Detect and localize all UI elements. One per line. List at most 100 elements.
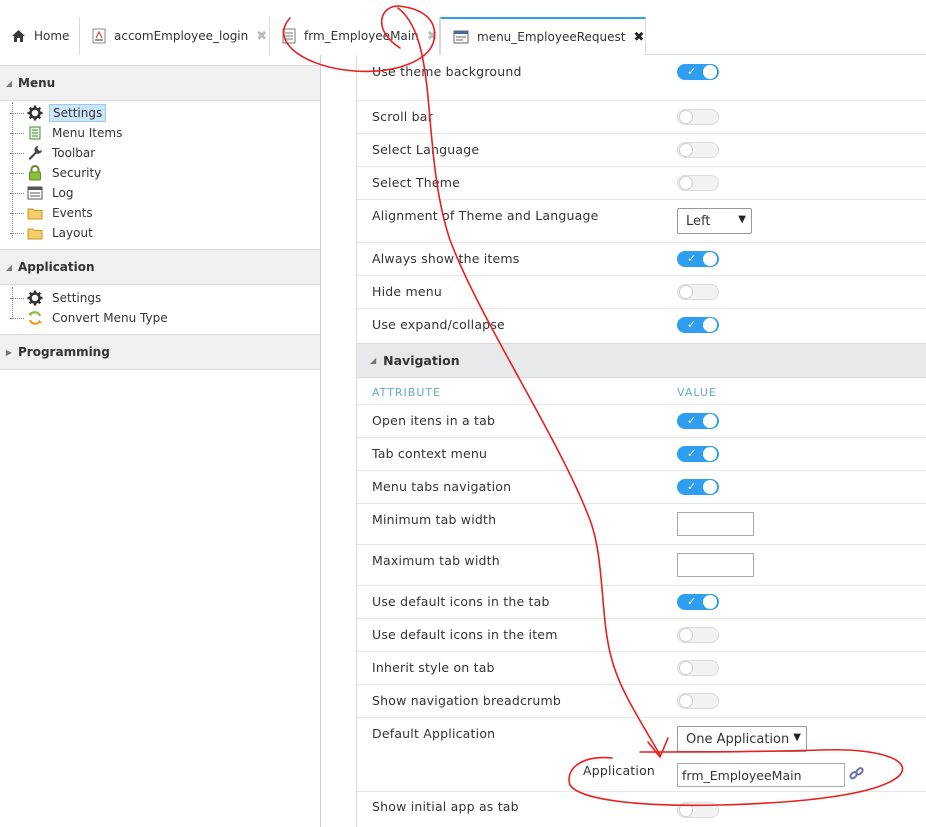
setting-row-select-language: Select Language (357, 134, 926, 167)
link-icon[interactable] (848, 765, 866, 786)
sidebar: ◢ Menu Settings Menu Items Toolbar Secur… (0, 55, 321, 827)
toggle-switch[interactable]: ✓ (677, 446, 719, 462)
tab-accomemployee-login[interactable]: accomEmployee_login ✖ (80, 17, 270, 55)
log-icon (26, 185, 44, 201)
sidebar-item-settings[interactable]: Settings (10, 103, 107, 123)
setting-row-default-application: Default Application One Application ▼ Ap… (357, 718, 926, 792)
sidebar-item-label: Menu Items (52, 126, 123, 140)
gear-icon (26, 290, 44, 306)
minimum-tab-width-input[interactable] (677, 512, 754, 536)
setting-row-select-theme: Select Theme (357, 167, 926, 200)
setting-row-inherit-style-tab: Inherit style on tab (357, 652, 926, 685)
sidebar-item-label: Log (52, 186, 74, 200)
sidebar-item-label: Settings (49, 104, 107, 122)
menu-items-icon (26, 125, 44, 141)
toggle-switch[interactable] (677, 627, 719, 643)
toggle-switch[interactable] (677, 175, 719, 191)
sidebar-section-application[interactable]: ◢ Application (0, 249, 320, 285)
toggle-switch[interactable] (677, 660, 719, 676)
toggle-switch[interactable]: ✓ (677, 317, 719, 333)
navigation-section-header[interactable]: ◢ Navigation (357, 343, 926, 378)
setting-row-open-items-in-tab: Open itens in a tab ✓ (357, 405, 926, 438)
column-header-attribute: ATTRIBUTE (372, 386, 442, 399)
default-application-select[interactable]: One Application ▼ (677, 726, 807, 752)
setting-label: Alignment of Theme and Language (372, 208, 599, 223)
setting-row-default-icons-item: Use default icons in the item (357, 619, 926, 652)
sidebar-item-app-settings[interactable]: Settings (10, 288, 104, 308)
sidebar-item-menu-items[interactable]: Menu Items (10, 123, 125, 143)
setting-row-menu-tabs-navigation: Menu tabs navigation ✓ (357, 471, 926, 504)
select-value: Left (686, 213, 711, 229)
folder-icon (26, 205, 44, 221)
application-sublabel: Application (583, 763, 656, 778)
tab-label: menu_EmployeeRequest (477, 30, 626, 44)
setting-row-default-icons-tab: Use default icons in the tab ✓ (357, 586, 926, 619)
sidebar-item-log[interactable]: Log (10, 183, 76, 203)
setting-label: Scroll bar (372, 109, 433, 124)
wrench-icon (26, 145, 44, 161)
toggle-switch[interactable] (677, 142, 719, 158)
setting-row-use-theme-background: Use theme background ✓ (357, 55, 926, 101)
sidebar-item-layout[interactable]: Layout (10, 223, 96, 243)
column-header-value: VALUE (677, 386, 717, 399)
alignment-select[interactable]: Left ▼ (677, 208, 752, 234)
toggle-switch[interactable]: ✓ (677, 594, 719, 610)
sidebar-item-events[interactable]: Events (10, 203, 96, 223)
setting-label: Always show the items (372, 251, 520, 266)
tab-label: frm_EmployeeMain (304, 29, 419, 43)
menu-icon (453, 29, 469, 45)
tab-label: accomEmployee_login (114, 29, 249, 43)
close-icon[interactable]: ✖ (427, 29, 438, 44)
form-icon (92, 28, 106, 44)
collapse-triangle-icon: ◢ (5, 78, 13, 88)
toggle-switch[interactable]: ✓ (677, 479, 719, 495)
toggle-switch[interactable] (677, 109, 719, 125)
chevron-down-icon: ▼ (738, 214, 746, 225)
setting-label: Select Theme (372, 175, 461, 190)
section-title: Programming (18, 345, 110, 359)
tab-frm-employeemain[interactable]: frm_EmployeeMain ✖ (270, 17, 440, 55)
sidebar-item-security[interactable]: Security (10, 163, 104, 183)
folder-icon (26, 225, 44, 241)
maximum-tab-width-input[interactable] (677, 553, 754, 577)
setting-row-alignment: Alignment of Theme and Language Left ▼ (357, 200, 926, 243)
sidebar-section-menu[interactable]: ◢ Menu (0, 65, 320, 101)
setting-label: Use default icons in the tab (372, 594, 550, 609)
tab-home[interactable]: Home (0, 17, 80, 55)
close-icon[interactable]: ✖ (633, 30, 644, 45)
sidebar-section-programming[interactable]: ▶ Programming (0, 334, 320, 370)
setting-row-hide-menu: Hide menu (357, 276, 926, 309)
app-window: Home accomEmployee_login ✖ frm_EmployeeM… (0, 0, 926, 827)
settings-panel: Use theme background ✓ Scroll bar Select… (356, 55, 926, 827)
setting-label: Use expand/collapse (372, 317, 505, 332)
sidebar-item-label: Convert Menu Type (52, 311, 168, 325)
setting-label: Show navigation breadcrumb (372, 693, 561, 708)
sidebar-item-convert-menu-type[interactable]: Convert Menu Type (10, 308, 171, 328)
setting-label: Default Application (372, 726, 496, 741)
setting-label: Hide menu (372, 284, 442, 299)
toggle-switch[interactable] (677, 802, 719, 818)
lock-icon (26, 165, 44, 181)
toggle-switch[interactable] (677, 693, 719, 709)
home-icon (10, 28, 26, 44)
toggle-switch[interactable]: ✓ (677, 413, 719, 429)
toggle-switch[interactable]: ✓ (677, 64, 719, 80)
tab-bar: Home accomEmployee_login ✖ frm_EmployeeM… (0, 0, 926, 55)
setting-row-always-show-items: Always show the items ✓ (357, 243, 926, 276)
toggle-switch[interactable] (677, 284, 719, 300)
column-headers: ATTRIBUTE VALUE (357, 379, 926, 405)
close-icon[interactable]: ✖ (256, 29, 267, 44)
tab-label: Home (34, 29, 70, 43)
setting-label: Tab context menu (372, 446, 488, 461)
section-title: Menu (18, 76, 56, 90)
sidebar-item-toolbar[interactable]: Toolbar (10, 143, 98, 163)
sidebar-item-label: Events (52, 206, 93, 220)
setting-label: Minimum tab width (372, 512, 497, 527)
setting-row-initial-app-tab: Show initial app as tab (357, 792, 926, 827)
tab-menu-employeerequest[interactable]: menu_EmployeeRequest ✖ (440, 17, 646, 55)
expand-triangle-icon: ▶ (5, 347, 13, 357)
toggle-switch[interactable]: ✓ (677, 251, 719, 267)
application-input[interactable]: frm_EmployeeMain (677, 763, 845, 787)
setting-row-tab-context-menu: Tab context menu ✓ (357, 438, 926, 471)
refresh-icon (26, 310, 44, 326)
